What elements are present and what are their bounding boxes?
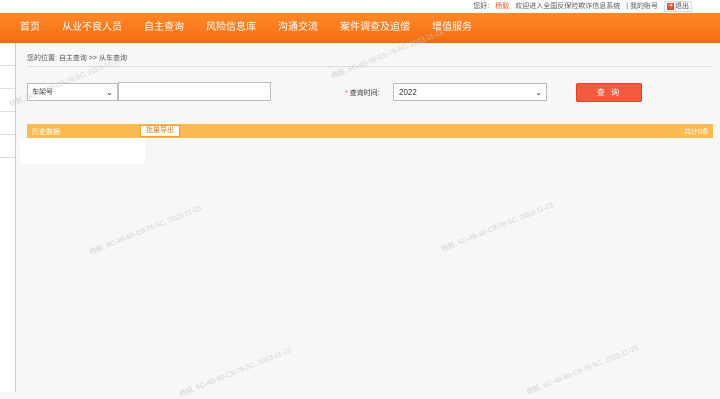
sidebar-item[interactable] bbox=[0, 135, 15, 158]
history-label: 历史数据 bbox=[32, 129, 60, 136]
year-select[interactable]: 2022 ⌄ bbox=[393, 83, 547, 101]
nav-communication[interactable]: 沟通交流 bbox=[267, 13, 329, 43]
main-nav: 首页 从业不良人员 自主查询 风险信息库 沟通交流 案件调查及追偿 增值服务 bbox=[0, 13, 720, 43]
sidebar-item[interactable] bbox=[0, 66, 15, 89]
nav-home[interactable]: 首页 bbox=[0, 13, 51, 43]
total-count: 共计0条 bbox=[684, 129, 709, 136]
sidebar-item[interactable] bbox=[0, 43, 15, 66]
nav-self-query[interactable]: 自主查询 bbox=[133, 13, 195, 43]
query-time-text: 查询时间: bbox=[349, 90, 380, 97]
username: 杨毅 bbox=[495, 3, 510, 10]
sidebar-item[interactable] bbox=[0, 112, 15, 135]
left-sidebar bbox=[0, 43, 16, 392]
batch-export-button[interactable]: 批量导出 bbox=[140, 125, 180, 137]
history-results-area bbox=[20, 138, 145, 164]
logout-button[interactable]: ➜ 退出 bbox=[664, 0, 692, 12]
nav-bad-practitioners[interactable]: 从业不良人员 bbox=[51, 13, 133, 43]
query-time-label: * 查询时间: bbox=[345, 88, 380, 98]
vin-input[interactable] bbox=[118, 82, 271, 101]
chevron-down-icon: ⌄ bbox=[535, 87, 542, 97]
nav-case-investigation[interactable]: 案件调查及追偿 bbox=[329, 13, 421, 43]
year-value: 2022 bbox=[399, 87, 417, 97]
main-content: 您的位置: 自主查询 >> 从车查询 车架号 ⌄ * 查询时间: 2022 ⌄ … bbox=[20, 43, 713, 392]
greeting-text: 您好: bbox=[473, 3, 490, 10]
logout-icon: ➜ bbox=[667, 2, 674, 10]
my-account-link[interactable]: | 我的账号 bbox=[626, 1, 658, 11]
user-bar: 您好: 杨毅 欢迎进入全国反保险欺诈信息系统 | 我的账号 ➜ 退出 bbox=[0, 0, 720, 12]
required-mark: * bbox=[345, 90, 348, 97]
history-header: 历史数据 批量导出 共计0条 bbox=[27, 124, 713, 138]
welcome-text: 欢迎进入全国反保险欺诈信息系统 bbox=[515, 3, 621, 10]
logout-label: 退出 bbox=[675, 3, 689, 10]
query-button[interactable]: 查 询 bbox=[576, 83, 642, 102]
chevron-down-icon: ⌄ bbox=[106, 87, 113, 97]
nav-risk-database[interactable]: 风险信息库 bbox=[195, 13, 267, 43]
